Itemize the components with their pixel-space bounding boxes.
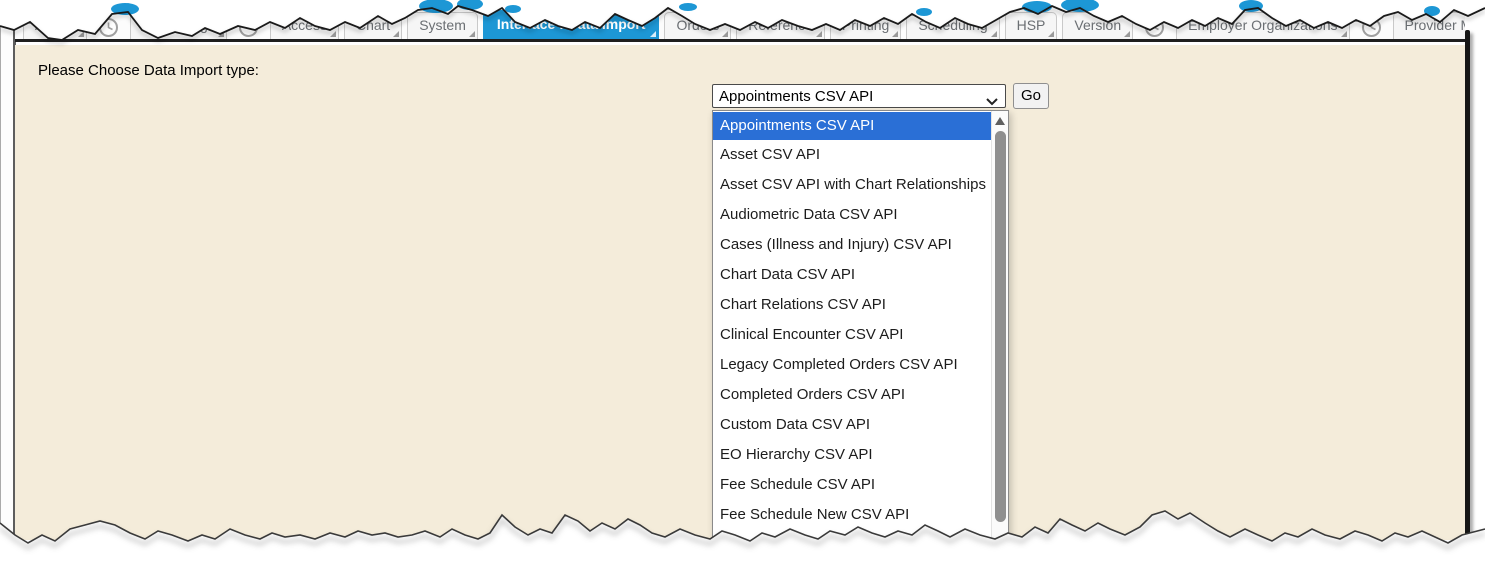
dropdown-option-label: Asset CSV API with Chart Relationships [720, 176, 986, 193]
select-value: Appointments CSV API [719, 88, 873, 105]
dropdown-option[interactable]: Clinical Encounter CSV API [713, 320, 991, 350]
tab-label: Printing [842, 17, 889, 33]
dropdown-option[interactable]: Fee Schedule New CSV API [713, 500, 991, 530]
dropdown-option-label: Fee Schedule New CSV API [720, 506, 909, 523]
scrollbar-thumb[interactable] [995, 131, 1006, 522]
tab-scheduling[interactable]: Scheduling [906, 12, 999, 39]
dropdown-option[interactable]: Appointments CSV API [713, 112, 991, 140]
dropdown-corner-icon [218, 31, 224, 37]
tab-label: Orders [676, 17, 719, 33]
dropdown-option[interactable]: Asset CSV API [713, 140, 991, 170]
dropdown-option-label: Chart Relations CSV API [720, 296, 886, 313]
dropdown-option[interactable]: Completed Orders CSV API [713, 380, 991, 410]
go-button[interactable]: Go [1013, 83, 1049, 109]
tab-interface-data-import[interactable]: Interface : Data Import [483, 10, 660, 39]
tab-hsp[interactable]: HSP [1005, 12, 1058, 39]
dropdown-option-label: Chart Data CSV API [720, 266, 855, 283]
listbox-options: Appointments CSV API Asset CSV API Asset… [713, 111, 991, 544]
tab-chart[interactable]: Chart [344, 12, 402, 39]
tab-label: System [419, 17, 466, 33]
dropdown-option[interactable]: Legacy Completed Orders CSV API [713, 350, 991, 380]
dropdown-corner-icon [892, 31, 898, 37]
dropdown-option[interactable]: Custom Data CSV API [713, 410, 991, 440]
dropdown-corner-icon [1124, 31, 1130, 37]
tab-label: Chart [356, 17, 390, 33]
tab-access[interactable]: Access [270, 12, 339, 39]
tab-label: Reference [748, 17, 813, 33]
clock-icon [1355, 15, 1388, 39]
dropdown-corner-icon [816, 31, 822, 37]
dropdown-option[interactable]: Audiometric Data CSV API [713, 200, 991, 230]
tab-reference[interactable]: Reference [736, 12, 825, 39]
tab-label: Interface : Data Import [497, 16, 646, 32]
dropdown-corner-icon [650, 31, 656, 37]
chevron-down-icon [986, 93, 998, 110]
window-left-edge [0, 16, 16, 556]
dropdown-corner-icon [469, 31, 475, 37]
dropdown-option-label: Clinical Encounter CSV API [720, 326, 903, 343]
dropdown-option-label: Legacy Completed Orders CSV API [720, 356, 958, 373]
tab-label: My Settings [142, 17, 215, 33]
dropdown-option[interactable]: Chart Data CSV API [713, 260, 991, 290]
dropdown-corner-icon [1341, 31, 1347, 37]
prompt-label: Please Choose Data Import type: [38, 62, 259, 79]
dropdown-option-label: Completed Orders CSV API [720, 386, 905, 403]
tab-label: Admin [35, 17, 75, 33]
scrollbar-up-icon[interactable] [995, 117, 1005, 125]
dropdown-option-label: Cases (Illness and Injury) CSV API [720, 236, 952, 253]
dropdown-option[interactable]: Fee Schedule CSV API [713, 470, 991, 500]
dropdown-option-label: Custom Data CSV API [720, 416, 870, 433]
tab-employer-organizations[interactable]: Employer Organizations [1176, 12, 1349, 39]
dropdown-option-label: EO Hierarchy CSV API [720, 446, 873, 463]
dropdown-corner-icon [991, 31, 997, 37]
clock-icon [1138, 15, 1171, 39]
tab-my-settings[interactable]: My Settings [130, 12, 227, 39]
dropdown-option-label: Appointments CSV API [720, 117, 874, 134]
page: Admin My Settings Access Chart System In… [0, 0, 1485, 567]
dropdown-corner-icon [78, 31, 84, 37]
dropdown-corner-icon [393, 31, 399, 37]
tab-version[interactable]: Version [1062, 12, 1133, 39]
tab-label: Provider Management [1405, 17, 1465, 33]
tab-orders[interactable]: Orders [664, 12, 731, 39]
dropdown-option[interactable]: EO Hierarchy CSV API [713, 440, 991, 470]
dropdown-option-label: Audiometric Data CSV API [720, 206, 898, 223]
tab-label: Scheduling [918, 17, 987, 33]
dropdown-option[interactable]: Cases (Illness and Injury) CSV API [713, 230, 991, 260]
dropdown-corner-icon [1048, 31, 1054, 37]
listbox-scrollbar[interactable] [991, 111, 1008, 544]
tab-label: HSP [1017, 17, 1046, 33]
clock-icon [92, 15, 125, 39]
dropdown-corner-icon [722, 31, 728, 37]
tab-label: Version [1074, 17, 1121, 33]
clock-icon [232, 15, 265, 39]
tab-bar: Admin My Settings Access Chart System In… [15, 0, 1465, 42]
window-right-border [1465, 30, 1470, 538]
dropdown-corner-icon [330, 31, 336, 37]
tab-label: Employer Organizations [1188, 17, 1337, 33]
dropdown-option-label: Asset CSV API [720, 146, 820, 163]
tab-admin[interactable]: Admin [23, 12, 87, 39]
dropdown-option-label: Fee Schedule CSV API [720, 476, 875, 493]
tab-system[interactable]: System [407, 12, 478, 39]
import-type-listbox: Appointments CSV API Asset CSV API Asset… [712, 110, 1009, 545]
tab-provider-management[interactable]: Provider Management [1393, 12, 1465, 39]
import-type-select[interactable]: Appointments CSV API [712, 84, 1006, 108]
dropdown-option[interactable]: Asset CSV API with Chart Relationships [713, 170, 991, 200]
tab-label: Access [282, 17, 327, 33]
tab-printing[interactable]: Printing [830, 12, 901, 39]
dropdown-option[interactable]: Chart Relations CSV API [713, 290, 991, 320]
